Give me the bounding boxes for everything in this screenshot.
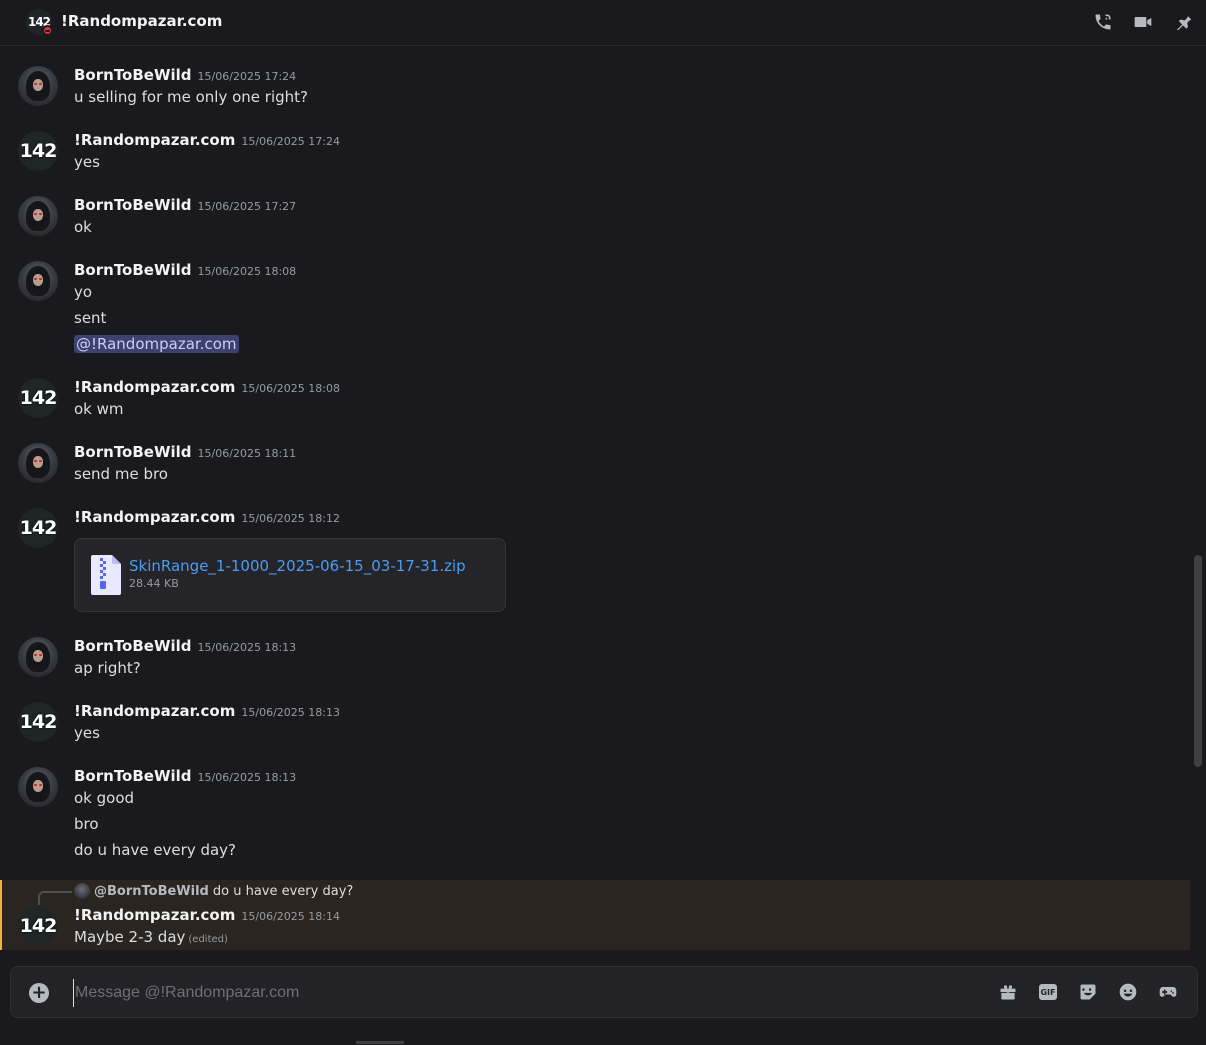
reply-reference[interactable]: @BornToBeWild do u have every day? <box>74 883 353 899</box>
header-toolbar <box>1092 11 1194 33</box>
message-input[interactable] <box>73 979 953 1007</box>
scrollbar-thumb[interactable] <box>1194 555 1202 767</box>
avatar[interactable]: 142 <box>18 131 58 171</box>
gif-label: GIF <box>1039 984 1057 1000</box>
message-author[interactable]: BornToBeWild 15/06/2025 18:08 <box>74 261 296 279</box>
message-timestamp: 15/06/2025 18:14 <box>241 910 340 923</box>
avatar[interactable] <box>18 637 58 677</box>
message-timestamp: 15/06/2025 18:13 <box>197 641 297 654</box>
message-list: BornToBeWild 15/06/2025 17:24 u selling f… <box>0 46 1190 952</box>
message-text: ok good <box>74 789 135 807</box>
message-author[interactable]: !Randompazar.com 15/06/2025 18:13 <box>74 702 340 720</box>
phone-call-icon[interactable] <box>1092 11 1114 33</box>
gamepad-icon[interactable] <box>1157 981 1179 1003</box>
file-size: 28.44 KB <box>129 577 179 590</box>
gif-icon[interactable]: GIF <box>1037 981 1059 1003</box>
avatar[interactable]: 142 <box>18 906 58 946</box>
reply-text: do u have every day? <box>212 883 354 899</box>
message-author[interactable]: !Randompazar.com 15/06/2025 18:12 <box>74 508 340 526</box>
bottom-resize-handle <box>356 1041 404 1044</box>
reply-spine <box>38 891 72 905</box>
message-timestamp: 15/06/2025 17:27 <box>197 200 297 213</box>
message-timestamp: 15/06/2025 18:08 <box>197 265 297 278</box>
avatar[interactable]: 142 <box>18 508 58 548</box>
pin-icon[interactable] <box>1172 11 1194 33</box>
avatar[interactable] <box>18 261 58 301</box>
add-attachment-button[interactable]: + <box>29 983 49 1003</box>
message-author[interactable]: BornToBeWild 15/06/2025 18:13 <box>74 767 296 785</box>
message-text: yo <box>74 283 93 301</box>
user-mention[interactable]: @!Randompazar.com <box>74 335 239 353</box>
reply-username[interactable]: @BornToBeWild <box>94 884 209 899</box>
edited-tag: (edited) <box>188 934 228 945</box>
channel-title[interactable]: !Randompazar.com <box>61 12 222 30</box>
message-text: sent <box>74 309 107 327</box>
avatar[interactable]: 142 <box>18 702 58 742</box>
dnd-status-icon <box>42 25 53 36</box>
message-text: ap right? <box>74 659 141 677</box>
gift-icon[interactable] <box>997 981 1019 1003</box>
sticker-icon[interactable] <box>1077 981 1099 1003</box>
message-text: bro <box>74 815 99 833</box>
avatar[interactable] <box>18 443 58 483</box>
video-camera-icon[interactable] <box>1132 11 1154 33</box>
composer-toolbar: GIF <box>997 981 1179 1003</box>
avatar[interactable] <box>18 767 58 807</box>
message-author[interactable]: BornToBeWild 15/06/2025 17:27 <box>74 196 296 214</box>
message-timestamp: 15/06/2025 18:13 <box>197 771 297 784</box>
emoji-icon[interactable] <box>1117 981 1139 1003</box>
message-line: @!Randompazar.com <box>74 335 239 353</box>
reply-avatar <box>74 883 90 899</box>
message-text: do u have every day? <box>74 841 237 859</box>
message-author[interactable]: !Randompazar.com 15/06/2025 18:14 <box>74 906 340 924</box>
message-text: Maybe 2-3 day <box>74 928 186 946</box>
message-timestamp: 15/06/2025 18:11 <box>197 447 297 460</box>
message-text: send me bro <box>74 465 168 483</box>
message-text: yes <box>74 153 100 171</box>
message-text: yes <box>74 724 100 742</box>
message-timestamp: 15/06/2025 17:24 <box>241 135 340 148</box>
message-text: ok wm <box>74 400 124 418</box>
message-composer: + GIF <box>10 966 1198 1018</box>
message-author[interactable]: BornToBeWild 15/06/2025 18:13 <box>74 637 296 655</box>
channel-header: 142 !Randompazar.com <box>0 0 1206 46</box>
avatar[interactable] <box>18 66 58 106</box>
message-timestamp: 15/06/2025 18:08 <box>241 382 340 395</box>
zip-file-icon <box>91 555 121 595</box>
message-author[interactable]: !Randompazar.com 15/06/2025 17:24 <box>74 131 340 149</box>
message-author[interactable]: BornToBeWild 15/06/2025 17:24 <box>74 66 296 84</box>
message-timestamp: 15/06/2025 18:13 <box>241 706 340 719</box>
avatar[interactable] <box>18 196 58 236</box>
message-line: Maybe 2-3 day (edited) <box>74 928 228 946</box>
message-text: ok <box>74 218 92 236</box>
message-author[interactable]: BornToBeWild 15/06/2025 18:11 <box>74 443 296 461</box>
dm-window: 142 !Randompazar.com BornToBeWild 15/06/2… <box>0 0 1206 1045</box>
file-name-link[interactable]: SkinRange_1-1000_2025-06-15_03-17-31.zip <box>129 557 466 575</box>
scrollbar-track[interactable] <box>1194 46 1202 952</box>
avatar[interactable]: 142 <box>18 378 58 418</box>
message-author[interactable]: !Randompazar.com 15/06/2025 18:08 <box>74 378 340 396</box>
message-text: u selling for me only one right? <box>74 88 309 106</box>
file-attachment[interactable]: SkinRange_1-1000_2025-06-15_03-17-31.zip… <box>74 538 506 612</box>
message-timestamp: 15/06/2025 17:24 <box>197 70 297 83</box>
message-timestamp: 15/06/2025 18:12 <box>241 512 340 525</box>
